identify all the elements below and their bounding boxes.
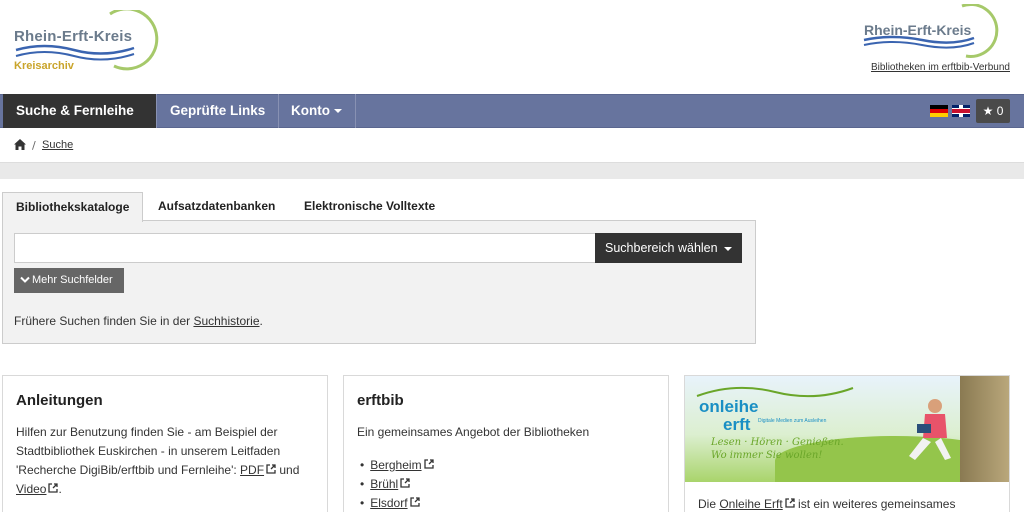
nav-item-label: Suche & Fernleihe bbox=[16, 103, 134, 118]
library-list: Bergheim Brühl Elsdorf bbox=[360, 456, 434, 512]
library-link-elsdorf[interactable]: Elsdorf bbox=[370, 496, 407, 510]
onleihe-tagline: Lesen · Hören · Genießen. Wo immer Sie w… bbox=[711, 436, 844, 462]
external-link-icon bbox=[48, 483, 59, 493]
external-link-icon bbox=[785, 498, 795, 508]
left-logo-name: Rhein-Erft-Kreis bbox=[14, 28, 133, 45]
list-item: Bergheim bbox=[360, 456, 434, 475]
onleihe-link[interactable]: Onleihe Erft bbox=[719, 497, 782, 511]
onleihe-text-suffix: ist ein weiteres gemeinsames bbox=[794, 497, 956, 511]
external-link-icon bbox=[423, 459, 434, 469]
onleihe-banner[interactable]: onleihe erft Digitale Medien zum Ausleih… bbox=[685, 376, 1009, 482]
card-text: Hilfen zur Benutzung finden Sie - am Bei… bbox=[16, 423, 299, 499]
card-anleitungen: Anleitungen Hilfen zur Benutzung finden … bbox=[2, 375, 328, 512]
onleihe-small-text: Digitale Medien zum Ausleihen bbox=[758, 418, 827, 424]
nav-suche-fernleihe[interactable]: Suche & Fernleihe bbox=[3, 94, 157, 148]
reading-person-icon bbox=[909, 399, 951, 460]
breadcrumb-separator: / bbox=[32, 139, 36, 152]
card-text-line: Stadtbibliothek Euskirchen - in unserem … bbox=[16, 444, 281, 458]
card-text: Ein gemeinsames Angebot der Bibliotheken bbox=[357, 425, 590, 439]
more-fields-button[interactable]: Mehr Suchfelder bbox=[14, 268, 124, 293]
tagline-line1: Lesen · Hören · Genießen. bbox=[711, 437, 844, 448]
tab-label: Elektronische Volltexte bbox=[304, 199, 436, 213]
scope-select-button[interactable]: Suchbereich wählen bbox=[595, 233, 742, 263]
scope-label: Suchbereich wählen bbox=[605, 241, 718, 255]
onleihe-logo-line2: erft bbox=[723, 415, 751, 434]
home-icon[interactable] bbox=[14, 139, 26, 150]
search-history-link[interactable]: Suchhistorie bbox=[193, 314, 259, 328]
kreisarchiv-logo[interactable]: Rhein-Erft-Kreis Kreisarchiv bbox=[14, 10, 164, 74]
tab-elektronische-volltexte[interactable]: Elektronische Volltexte bbox=[291, 192, 448, 221]
caret-down-icon bbox=[723, 246, 732, 251]
card-text-line: 'Recherche DigiBib/erftbib und Fernleihe… bbox=[16, 463, 241, 477]
onleihe-text-prefix: Die bbox=[698, 497, 720, 511]
pdf-link[interactable]: PDF bbox=[240, 463, 264, 477]
search-input[interactable] bbox=[14, 233, 596, 263]
rhein-erft-kreis-logo[interactable]: Rhein-Erft-Kreis bbox=[862, 4, 1002, 60]
tab-bibliothekskataloge[interactable]: Bibliothekskataloge bbox=[2, 192, 143, 222]
nav-item-label: Konto bbox=[291, 103, 330, 118]
card-erftbib: erftbib Ein gemeinsames Angebot der Bibl… bbox=[343, 375, 669, 512]
library-link-bergheim[interactable]: Bergheim bbox=[370, 458, 421, 472]
caret-down-icon bbox=[333, 109, 342, 114]
divider-band bbox=[0, 163, 1024, 179]
more-fields-label: Mehr Suchfelder bbox=[32, 274, 113, 286]
star-icon: ★ bbox=[982, 104, 994, 118]
breadcrumb bbox=[0, 129, 1024, 163]
bookmark-button[interactable]: ★ 0 bbox=[976, 99, 1010, 123]
card-text-line: Hilfen zur Benutzung finden Sie - am Bei… bbox=[16, 425, 278, 439]
onleihe-logo-line1: onleihe bbox=[699, 397, 759, 416]
tagline-line2: Wo immer Sie wollen! bbox=[711, 450, 823, 461]
right-logo-name: Rhein-Erft-Kreis bbox=[864, 22, 972, 38]
external-link-icon bbox=[409, 497, 420, 507]
card-text-and: und bbox=[276, 463, 300, 477]
video-link[interactable]: Video bbox=[16, 482, 46, 496]
breadcrumb-current[interactable]: Suche bbox=[42, 139, 73, 151]
external-link-icon bbox=[400, 478, 410, 488]
onleihe-logo: onleihe erft bbox=[699, 398, 759, 434]
bookmark-count: 0 bbox=[996, 104, 1004, 118]
list-item: Elsdorf bbox=[360, 494, 434, 512]
tab-label: Bibliothekskataloge bbox=[16, 200, 130, 214]
history-prefix: Frühere Suchen finden Sie in der bbox=[14, 314, 194, 328]
banner-tree bbox=[960, 376, 1009, 482]
uk-flag-icon[interactable] bbox=[952, 105, 970, 117]
card-text-end: . bbox=[58, 482, 62, 496]
library-link-bruehl[interactable]: Brühl bbox=[370, 477, 398, 491]
nav-gepruefte-links[interactable]: Geprüfte Links bbox=[157, 94, 280, 128]
external-link-icon bbox=[266, 464, 276, 474]
onleihe-card-text: Die Onleihe Erft ist ein weiteres gemein… bbox=[698, 497, 955, 511]
verbund-link[interactable]: Bibliotheken im erftbib-Verbund bbox=[871, 62, 1010, 73]
left-logo-sub: Kreisarchiv bbox=[14, 60, 74, 72]
nav-item-label: Geprüfte Links bbox=[170, 103, 266, 118]
tab-aufsatzdatenbanken[interactable]: Aufsatzdatenbanken bbox=[145, 192, 288, 221]
history-suffix: . bbox=[259, 314, 263, 328]
tab-label: Aufsatzdatenbanken bbox=[158, 199, 276, 213]
nav-konto[interactable]: Konto bbox=[278, 94, 356, 128]
search-history-text: Frühere Suchen finden Sie in der Suchhis… bbox=[14, 314, 263, 328]
list-item: Brühl bbox=[360, 475, 434, 494]
page-header: Rhein-Erft-Kreis Kreisarchiv Rhein-Erft-… bbox=[0, 0, 1024, 94]
chevron-down-icon bbox=[20, 276, 30, 284]
card-title: erftbib bbox=[357, 392, 404, 409]
german-flag-icon[interactable] bbox=[930, 105, 948, 117]
card-title: Anleitungen bbox=[16, 392, 103, 409]
